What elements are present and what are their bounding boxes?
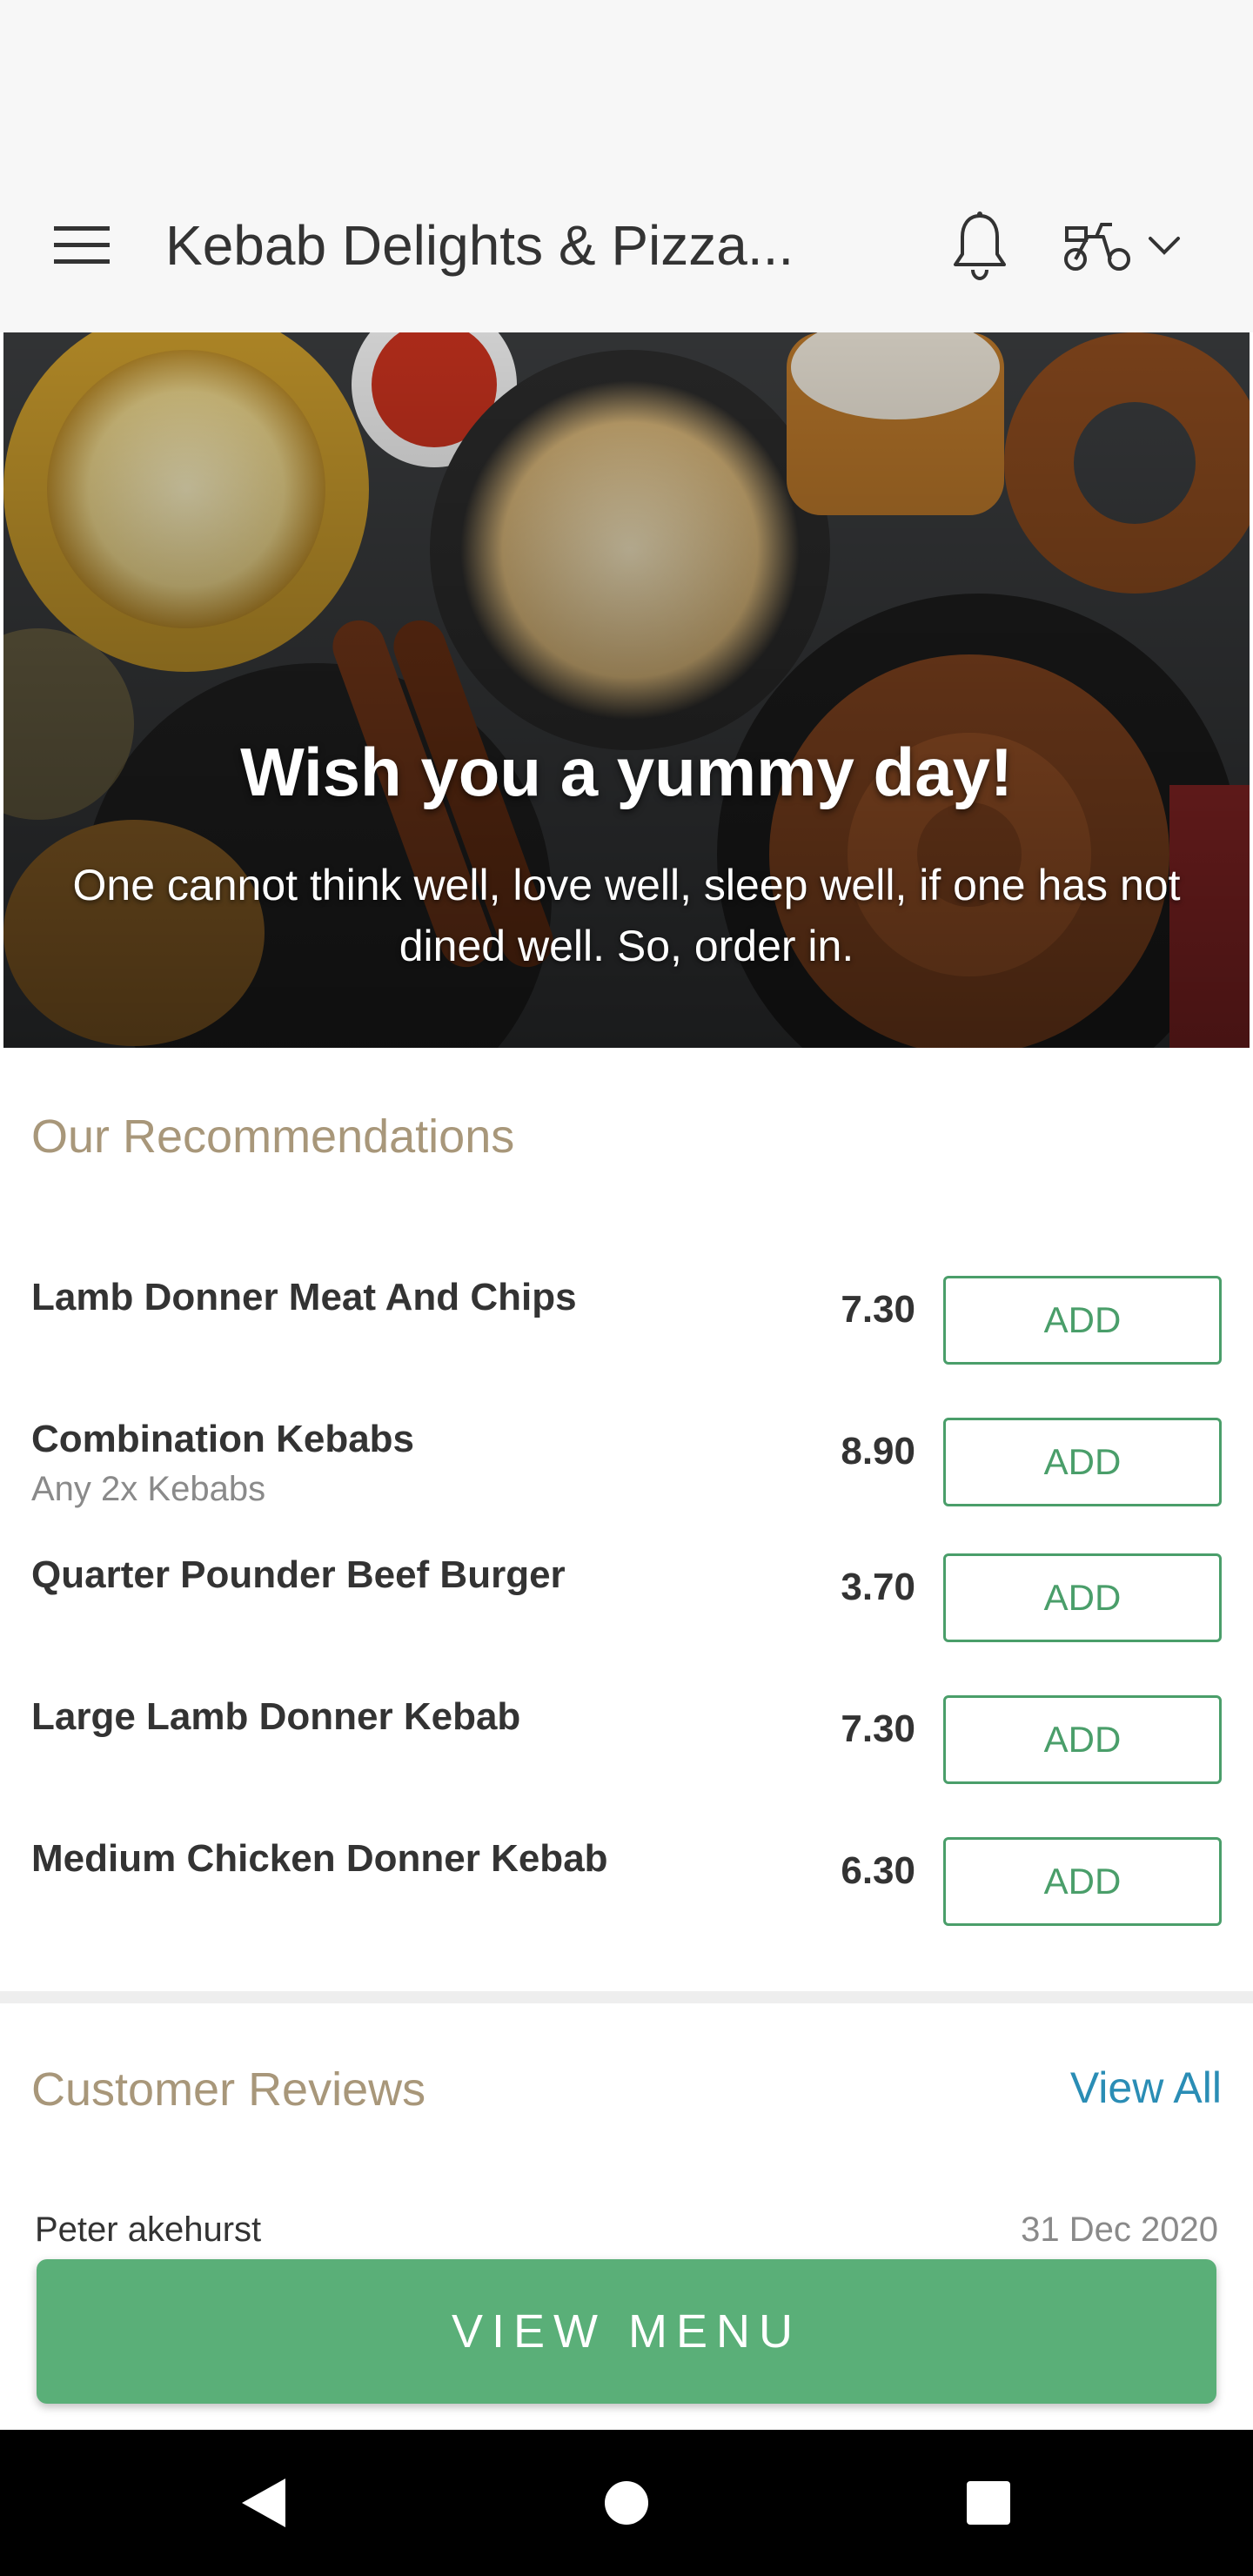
reviewer-name: Peter akehurst [35, 2210, 262, 2249]
item-name: Medium Chicken Donner Kebab [31, 1837, 608, 1880]
recommendations-title: Our Recommendations [31, 1110, 515, 1163]
recommendation-item: Quarter Pounder Beef Burger 3.70 ADD [0, 1553, 1253, 1684]
recommendation-item: Large Lamb Donner Kebab 7.30 ADD [0, 1695, 1253, 1826]
back-triangle-icon [242, 2479, 285, 2527]
scooter-icon [1064, 223, 1130, 271]
notifications-button[interactable] [936, 202, 1023, 289]
item-price: 6.30 [841, 1849, 915, 1892]
item-name: Large Lamb Donner Kebab [31, 1695, 521, 1738]
recents-square-icon [967, 2481, 1010, 2525]
status-bar [0, 0, 1253, 165]
recommendation-item: Lamb Donner Meat And Chips 7.30 ADD [0, 1276, 1253, 1406]
nav-home-button[interactable] [590, 2466, 663, 2539]
system-navigation-bar [0, 2430, 1253, 2576]
review-date: 31 Dec 2020 [1021, 2210, 1218, 2249]
add-button[interactable]: ADD [943, 1837, 1222, 1926]
add-button[interactable]: ADD [943, 1553, 1222, 1642]
view-menu-button[interactable]: VIEW MENU [37, 2259, 1216, 2404]
menu-button[interactable] [45, 209, 118, 282]
add-button[interactable]: ADD [943, 1695, 1222, 1784]
restaurant-title: Kebab Delights & Pizza... [165, 214, 794, 277]
recommendation-item: Combination Kebabs Any 2x Kebabs 8.90 AD… [0, 1418, 1253, 1548]
view-all-link[interactable]: View All [1070, 2063, 1222, 2113]
section-divider [0, 1991, 1253, 2003]
item-price: 7.30 [841, 1288, 915, 1331]
hero-subtitle: One cannot think well, love well, sleep … [72, 861, 1181, 970]
delivery-mode-selector[interactable] [1062, 202, 1218, 289]
item-price: 7.30 [841, 1707, 915, 1750]
item-price: 8.90 [841, 1430, 915, 1472]
hamburger-menu-icon [54, 226, 110, 264]
recommendation-item: Medium Chicken Donner Kebab 6.30 ADD [0, 1837, 1253, 1968]
nav-recents-button[interactable] [952, 2466, 1025, 2539]
add-button[interactable]: ADD [943, 1276, 1222, 1365]
item-description: Any 2x Kebabs [31, 1470, 266, 1508]
app-bar: Kebab Delights & Pizza... [0, 165, 1253, 332]
item-name: Combination Kebabs [31, 1418, 415, 1460]
bell-icon [954, 211, 1006, 280]
hero-title: Wish you a yummy day! [240, 734, 1013, 810]
nav-back-button[interactable] [226, 2466, 299, 2539]
home-circle-icon [605, 2481, 648, 2525]
reviews-title: Customer Reviews [31, 2063, 426, 2116]
chevron-down-icon [1149, 237, 1180, 255]
add-button[interactable]: ADD [943, 1418, 1222, 1506]
item-name: Lamb Donner Meat And Chips [31, 1276, 577, 1318]
hero-banner: Wish you a yummy day! One cannot think w… [3, 332, 1250, 1048]
item-name: Quarter Pounder Beef Burger [31, 1553, 566, 1596]
item-price: 3.70 [841, 1566, 915, 1608]
